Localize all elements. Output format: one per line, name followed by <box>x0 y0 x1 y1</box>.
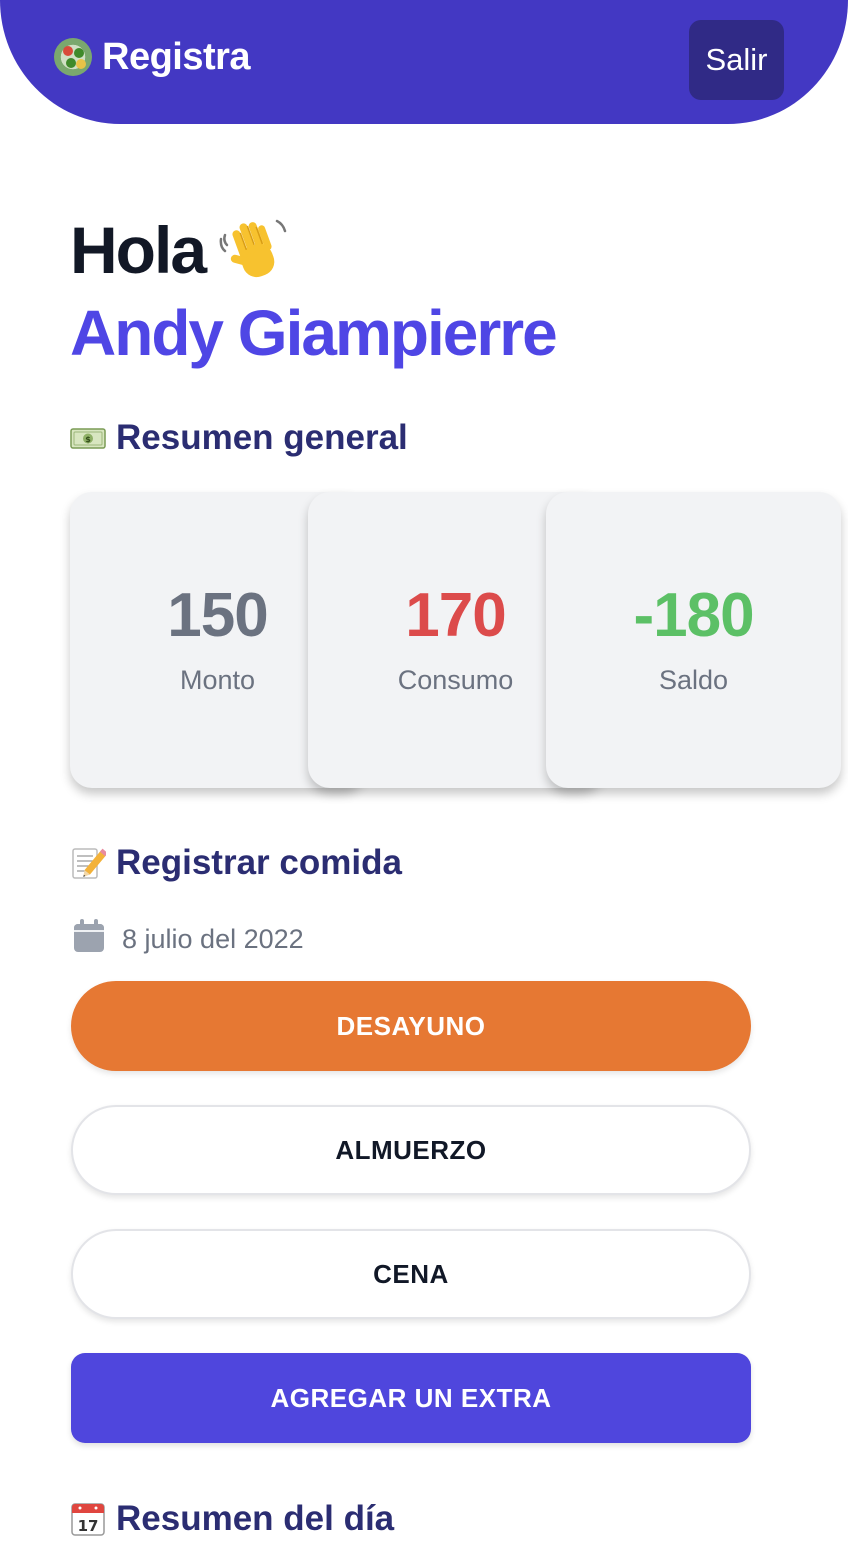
register-heading: Registrar comida <box>70 843 402 883</box>
date-row[interactable]: 8 julio del 2022 <box>72 918 304 961</box>
calendar-icon <box>72 918 106 961</box>
consumo-value: 170 <box>405 580 506 650</box>
selected-date: 8 julio del 2022 <box>122 924 304 954</box>
logout-button[interactable]: Salir <box>689 20 784 100</box>
monto-value: 150 <box>167 580 268 650</box>
calendar-date-icon: 17 <box>70 1501 106 1537</box>
memo-icon <box>70 845 108 881</box>
meal-cena-button[interactable]: CENA <box>71 1229 751 1319</box>
summary-card-saldo: -180 Saldo <box>546 492 841 788</box>
brand-name: Registra <box>102 35 251 78</box>
day-summary-title: Resumen del día <box>116 1499 395 1538</box>
register-title: Registrar comida <box>116 843 402 882</box>
salad-bowl-icon <box>54 38 92 76</box>
day-summary-heading: 17 Resumen del día <box>70 1499 394 1539</box>
meal-desayuno-button[interactable]: DESAYUNO <box>71 981 751 1071</box>
monto-label: Monto <box>179 664 256 695</box>
user-name: Andy Giampierre <box>70 297 558 369</box>
summary-heading: $ Resumen general <box>70 418 408 458</box>
waving-hand-icon <box>219 215 289 285</box>
meal-almuerzo-button[interactable]: ALMUERZO <box>71 1105 751 1195</box>
svg-text:17: 17 <box>78 1517 99 1535</box>
summary-title: Resumen general <box>116 418 408 457</box>
greeting-text: Hola <box>70 213 207 287</box>
greeting: Hola <box>70 212 289 288</box>
saldo-label: Saldo <box>658 664 729 695</box>
brand[interactable]: Registra <box>54 34 251 80</box>
svg-text:$: $ <box>85 435 91 444</box>
saldo-value: -180 <box>633 580 754 650</box>
app-header: Registra Salir <box>0 0 848 124</box>
money-icon: $ <box>70 420 106 456</box>
consumo-label: Consumo <box>397 664 514 695</box>
add-extra-button[interactable]: AGREGAR UN EXTRA <box>71 1353 751 1443</box>
